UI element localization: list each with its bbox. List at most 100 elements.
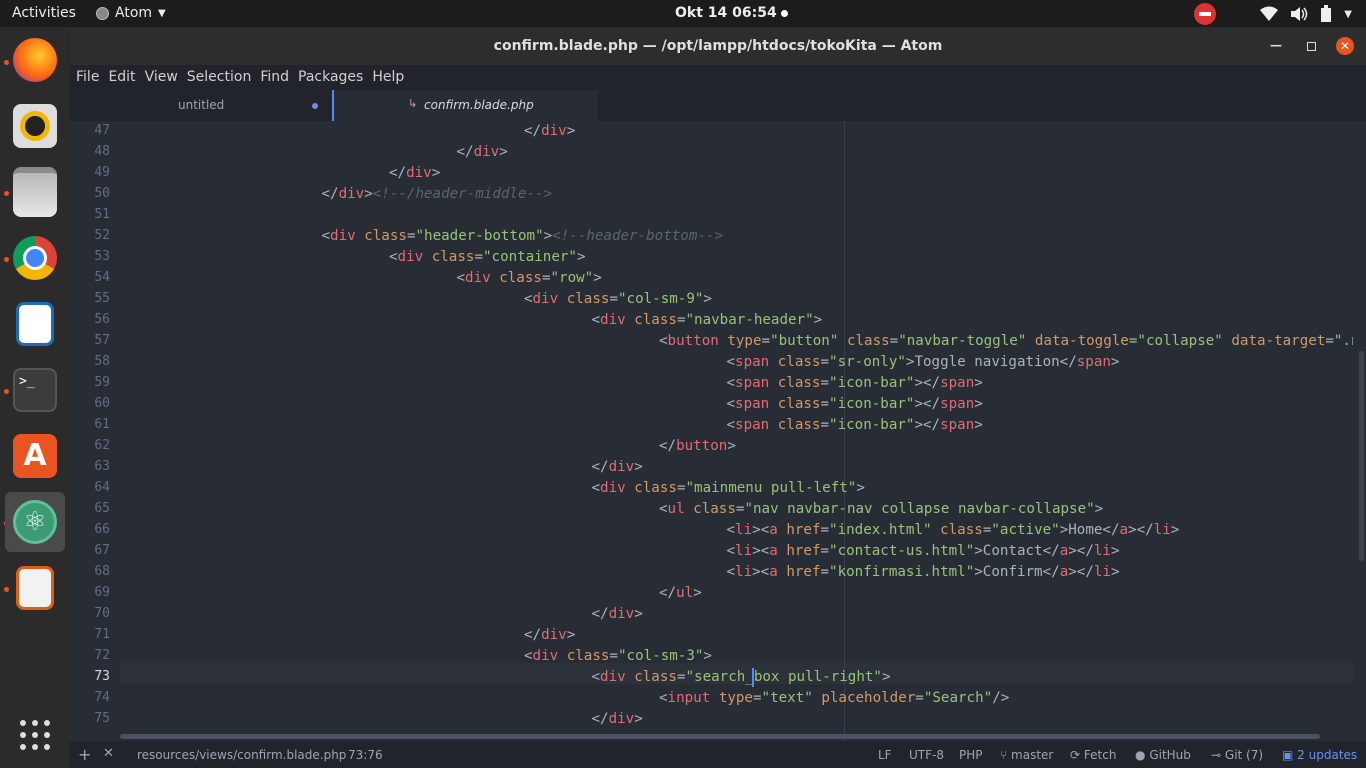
line-number[interactable]: 74 — [70, 690, 110, 705]
libreoffice-impress-icon[interactable] — [5, 294, 65, 354]
wifi-icon[interactable] — [1260, 6, 1279, 22]
code-area[interactable]: </div> </div> </div> </div><!--/header-midd… — [120, 121, 1353, 741]
code-line[interactable]: </div> — [457, 142, 508, 163]
menu-packages[interactable]: Packages — [298, 69, 363, 90]
app-menu[interactable]: Atom ▼ — [96, 5, 166, 21]
software-center-icon[interactable]: A — [5, 426, 65, 486]
cursor-position[interactable]: 73:76 — [348, 748, 383, 762]
code-line[interactable]: </div> — [592, 604, 643, 625]
vertical-scrollbar[interactable] — [1359, 351, 1364, 561]
code-line[interactable]: <div class="mainmenu pull-left"> — [592, 478, 865, 499]
chrome-icon[interactable] — [5, 228, 65, 288]
minimize-icon[interactable]: — — [1270, 38, 1282, 52]
menu-edit[interactable]: Edit — [108, 69, 135, 90]
line-number[interactable]: 51 — [70, 207, 110, 222]
git-branch[interactable]: ⑂ master — [1000, 748, 1053, 762]
code-line[interactable]: </ul> — [659, 583, 702, 604]
maximize-icon[interactable] — [1307, 42, 1316, 51]
code-line[interactable]: </div> — [592, 457, 643, 478]
line-number[interactable]: 69 — [70, 585, 110, 600]
code-line[interactable]: <div class="container"> — [389, 247, 586, 268]
line-number[interactable]: 64 — [70, 480, 110, 495]
system-tray[interactable]: ▼ — [1194, 3, 1352, 25]
github-button[interactable]: ● GitHub — [1135, 748, 1191, 762]
chevron-down-icon[interactable]: ▼ — [1344, 9, 1352, 20]
menu-view[interactable]: View — [145, 69, 178, 90]
show-applications-icon[interactable] — [5, 705, 65, 765]
menu-file[interactable]: File — [76, 69, 99, 90]
terminal-icon[interactable]: >_ — [5, 360, 65, 420]
line-number[interactable]: 47 — [70, 123, 110, 138]
line-number[interactable]: 55 — [70, 291, 110, 306]
line-number[interactable]: 70 — [70, 606, 110, 621]
line-number[interactable]: 73 — [70, 669, 110, 684]
firefox-icon[interactable] — [5, 30, 65, 90]
add-icon[interactable]: + — [78, 745, 91, 764]
code-line[interactable]: <span class="icon-bar"></span> — [727, 394, 983, 415]
line-number[interactable]: 56 — [70, 312, 110, 327]
libreoffice-writer-icon[interactable] — [5, 558, 65, 618]
text-editor[interactable]: 47 48 49 50 51 52 53 54 55 56 57 58 59 60 61 62 63 64 65 66… — [70, 121, 1366, 741]
code-line[interactable]: </div> — [389, 163, 440, 184]
code-line[interactable]: <li><a href="index.html" class="active">… — [727, 520, 1180, 541]
line-number[interactable]: 54 — [70, 270, 110, 285]
code-line[interactable]: <span class="sr-only">Toggle navigation<… — [727, 352, 1120, 373]
code-line[interactable]: <ul class="nav navbar-nav collapse navba… — [659, 499, 1103, 520]
line-ending[interactable]: LF — [878, 748, 892, 762]
modified-dot-icon[interactable] — [312, 103, 318, 109]
activities-button[interactable]: Activities — [12, 5, 76, 21]
code-line[interactable]: <div class="navbar-header"> — [592, 310, 823, 331]
volume-icon[interactable] — [1290, 6, 1308, 22]
line-number[interactable]: 49 — [70, 165, 110, 180]
horizontal-scrollbar[interactable] — [120, 734, 1320, 739]
code-line[interactable]: </div> — [524, 121, 575, 142]
do-not-disturb-icon[interactable] — [1194, 3, 1217, 25]
code-line[interactable]: <div class="col-sm-9"> — [524, 289, 712, 310]
line-number[interactable]: 48 — [70, 144, 110, 159]
line-number[interactable]: 66 — [70, 522, 110, 537]
tab-untitled[interactable]: untitled — [70, 90, 332, 121]
code-line[interactable]: <li><a href="contact-us.html">Contact</a… — [727, 541, 1120, 562]
menu-help[interactable]: Help — [372, 69, 404, 90]
close-icon[interactable]: ✕ — [1336, 37, 1354, 55]
line-number[interactable]: 72 — [70, 648, 110, 663]
menu-selection[interactable]: Selection — [187, 69, 252, 90]
git-button[interactable]: ⊸ Git (7) — [1211, 748, 1263, 762]
updates-button[interactable]: ▣ 2 updates — [1282, 748, 1357, 762]
line-number[interactable]: 60 — [70, 396, 110, 411]
line-number[interactable]: 59 — [70, 375, 110, 390]
tab-confirm-blade[interactable]: ↳ confirm.blade.php — [332, 90, 598, 121]
code-line[interactable]: </button> — [659, 436, 736, 457]
line-number[interactable]: 67 — [70, 543, 110, 558]
code-line[interactable]: <div class="row"> — [457, 268, 602, 289]
files-icon[interactable] — [5, 162, 65, 222]
line-number[interactable]: 71 — [70, 627, 110, 642]
file-path[interactable]: resources/views/confirm.blade.php — [137, 748, 346, 762]
code-line[interactable]: <div class="header-bottom"><!--header-bo… — [322, 226, 724, 247]
code-line[interactable]: <span class="icon-bar"></span> — [727, 415, 983, 436]
code-line[interactable]: </div><!--/header-middle--> — [322, 184, 553, 205]
line-number[interactable]: 57 — [70, 333, 110, 348]
line-number[interactable]: 53 — [70, 249, 110, 264]
code-line[interactable]: <button type="button" class="navbar-togg… — [659, 331, 1353, 352]
clock[interactable]: Okt 14 06:54 — [675, 5, 788, 21]
line-number[interactable]: 68 — [70, 564, 110, 579]
line-number[interactable]: 58 — [70, 354, 110, 369]
rhythmbox-icon[interactable] — [5, 96, 65, 156]
line-number[interactable]: 65 — [70, 501, 110, 516]
line-number[interactable]: 52 — [70, 228, 110, 243]
line-number[interactable]: 62 — [70, 438, 110, 453]
line-number[interactable]: 75 — [70, 711, 110, 726]
code-line[interactable]: <input type="text" placeholder="Search"/… — [659, 688, 1009, 709]
menu-find[interactable]: Find — [260, 69, 289, 90]
code-line[interactable]: <div class="search_box pull-right"> — [592, 667, 891, 688]
encoding[interactable]: UTF-8 — [909, 748, 944, 762]
code-line[interactable]: <span class="icon-bar"></span> — [727, 373, 983, 394]
battery-icon[interactable] — [1320, 5, 1332, 23]
atom-icon[interactable]: ⚛ — [5, 492, 65, 552]
grammar[interactable]: PHP — [959, 748, 983, 762]
code-line[interactable]: <li><a href="konfirmasi.html">Confirm</a… — [727, 562, 1120, 583]
fetch-button[interactable]: ⟳ Fetch — [1070, 748, 1116, 762]
code-line[interactable]: </div> — [524, 625, 575, 646]
line-number[interactable]: 61 — [70, 417, 110, 432]
